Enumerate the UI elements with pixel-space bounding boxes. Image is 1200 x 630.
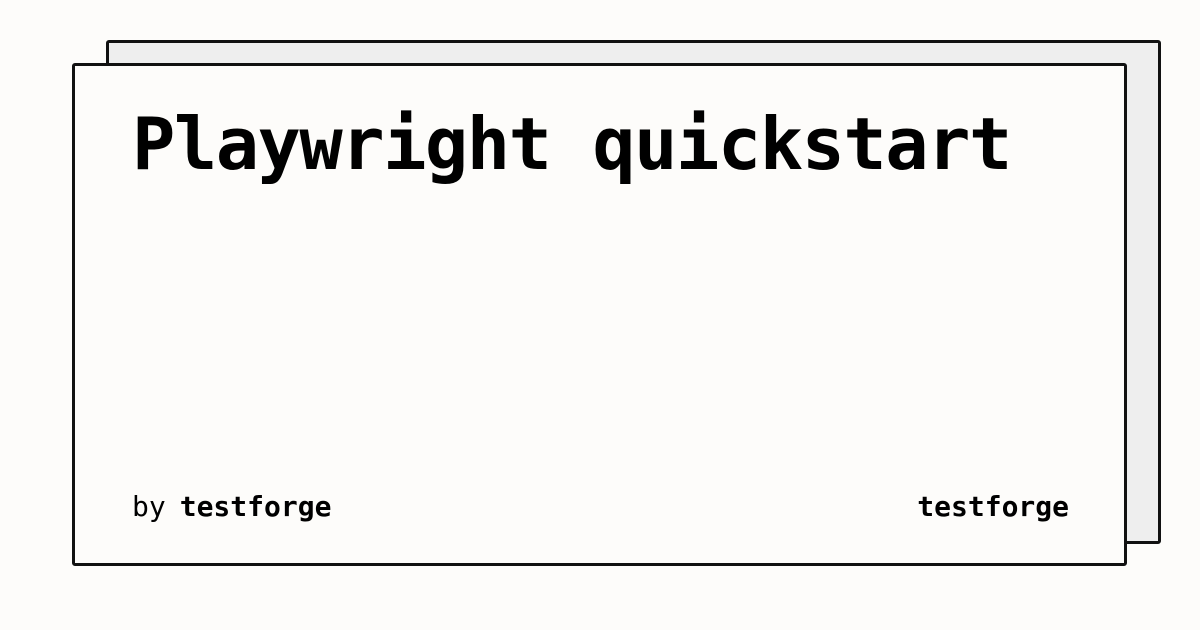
byline: by testforge [132,493,331,521]
card-title: Playwright quickstart [132,102,1012,186]
social-card: Playwright quickstart by testforge testfo… [72,63,1127,566]
author-name: testforge [179,490,332,523]
brand-name: testforge [917,490,1069,523]
byline-prefix: by [132,490,166,523]
